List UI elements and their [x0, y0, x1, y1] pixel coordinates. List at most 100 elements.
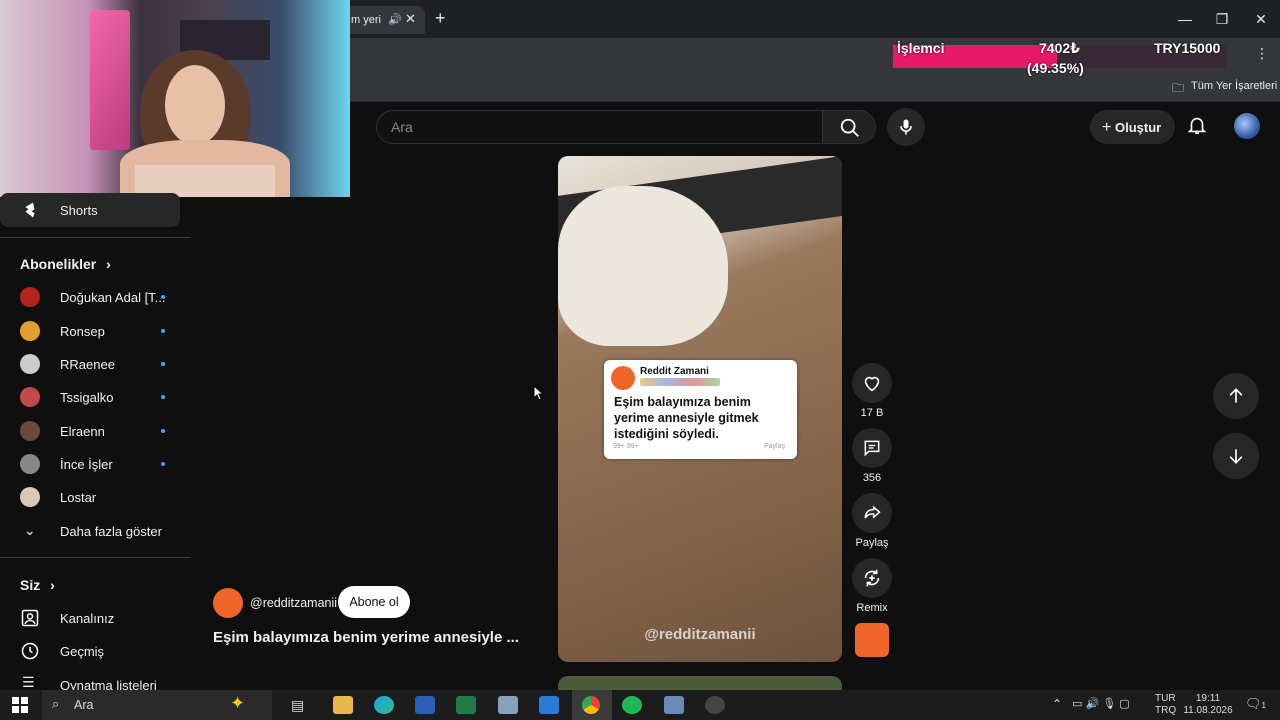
voice-search-button[interactable]: [887, 108, 925, 146]
chrome-icon: [582, 696, 600, 714]
sidebar-item-subscription[interactable]: İnce İşler: [0, 447, 190, 481]
sidebar-item-shorts[interactable]: Shorts: [0, 193, 180, 227]
sidebar-item-subscription[interactable]: Doğukan Adal [T...: [0, 280, 190, 314]
sidebar-item-subscription[interactable]: Ronsep: [0, 314, 190, 348]
show-more-button[interactable]: ⌄ Daha fazla göster: [0, 514, 190, 548]
word-icon[interactable]: [415, 696, 435, 714]
remix-button[interactable]: [852, 558, 892, 598]
clock-date: 11.08.2026: [1183, 705, 1233, 716]
subscription-name: İnce İşler: [60, 457, 113, 472]
avatar: [20, 487, 40, 507]
subscriptions-title[interactable]: Abonelikler ›: [20, 256, 111, 272]
you-section-title[interactable]: Siz ›: [20, 577, 55, 593]
avatar: [20, 354, 40, 374]
remix-icon: [864, 569, 880, 587]
new-tab-button[interactable]: +: [435, 8, 446, 29]
share-button[interactable]: [852, 493, 892, 533]
minimize-button[interactable]: —: [1170, 8, 1200, 30]
taskbar-search[interactable]: ⌕ Ara ✦: [42, 690, 272, 720]
channel-icon: [21, 609, 39, 627]
avatar: [20, 454, 40, 474]
clock-time: 19:11: [1195, 693, 1221, 704]
maximize-button[interactable]: ❐: [1207, 8, 1237, 30]
sidebar-item-your-channel[interactable]: Kanalınız: [0, 601, 190, 635]
chrome-taskbar-active[interactable]: [572, 690, 612, 720]
reddit-avatar: [611, 366, 635, 390]
close-window-button[interactable]: ✕: [1246, 8, 1276, 30]
browser-menu-icon[interactable]: ⋮: [1255, 45, 1269, 62]
channel-avatar[interactable]: [213, 588, 243, 618]
new-content-dot: [161, 395, 165, 399]
folder-icon: 🗀: [1172, 81, 1185, 95]
arrow-down-icon: [1229, 449, 1243, 464]
app-icon[interactable]: [664, 696, 684, 714]
language-indicator[interactable]: TUR TRQ: [1155, 693, 1176, 717]
sound-thumbnail[interactable]: [855, 623, 889, 657]
donation-goal: TRY15000: [1154, 40, 1221, 56]
sidebar-item-subscription[interactable]: Lostar: [0, 480, 190, 514]
mic-icon: [900, 119, 912, 135]
avatar: [20, 321, 40, 341]
new-content-dot: [161, 295, 165, 299]
new-content-dot: [161, 429, 165, 433]
calculator-icon[interactable]: [498, 696, 518, 714]
subscription-name: RRaenee: [60, 357, 115, 372]
share-label: Paylaş: [855, 537, 889, 549]
webcam-overlay: [0, 0, 350, 197]
arrow-up-icon: [1229, 388, 1243, 403]
previous-short-button[interactable]: [1213, 373, 1259, 419]
subscribe-button[interactable]: Abone ol: [338, 586, 410, 618]
account-avatar[interactable]: [1234, 113, 1260, 139]
chevron-right-icon: ›: [50, 577, 55, 593]
sidebar-item-label: Kanalınız: [60, 611, 115, 626]
card-share: Paylaş: [764, 443, 786, 450]
comments-button[interactable]: [852, 428, 892, 468]
sidebar-item-subscription[interactable]: RRaenee: [0, 347, 190, 381]
history-icon: [21, 642, 39, 660]
sidebar-item-playlists[interactable]: ☰ Oynatma listeleri: [0, 668, 190, 690]
sidebar-item-history[interactable]: Geçmiş: [0, 634, 190, 668]
next-short-button[interactable]: [1213, 433, 1259, 479]
new-content-dot: [161, 362, 165, 366]
taskbar-search-label: Ara: [74, 698, 94, 712]
avatar: [20, 421, 40, 441]
video-title[interactable]: Eşim balayımıza benim yerime annesiyle .…: [213, 629, 519, 646]
sidebar-item-label: Geçmiş: [60, 644, 105, 659]
windows-start-button[interactable]: [12, 697, 28, 713]
create-button[interactable]: + Oluştur: [1090, 110, 1175, 144]
video-watermark: @redditzamanii: [644, 626, 756, 643]
plus-icon: +: [1102, 119, 1112, 136]
subscription-name: Tssigalko: [60, 390, 114, 405]
tray-chevron-icon[interactable]: ⌃: [1052, 697, 1062, 711]
search-input[interactable]: Ara: [376, 110, 823, 144]
tab-close-icon[interactable]: ✕: [405, 11, 416, 27]
sidebar-item-subscription[interactable]: Tssigalko: [0, 380, 190, 414]
you-title-label: Siz: [20, 577, 41, 593]
excel-icon[interactable]: [456, 696, 476, 714]
search-button[interactable]: [822, 110, 876, 144]
donation-label: İşlemci: [897, 40, 945, 56]
spotify-icon[interactable]: [622, 696, 642, 714]
channel-name[interactable]: @redditzamanii: [250, 596, 337, 610]
all-bookmarks-link[interactable]: Tüm Yer İşaretleri: [1191, 80, 1277, 92]
file-explorer-icon[interactable]: [333, 696, 353, 714]
comment-icon: [864, 440, 880, 457]
avatar: [20, 287, 40, 307]
clock[interactable]: 19:11 11.08.2026: [1183, 693, 1233, 717]
notification-center-icon[interactable]: 🗨1: [1245, 696, 1266, 712]
obs-icon[interactable]: [705, 696, 725, 714]
next-video-preview: [558, 676, 842, 690]
edge-icon[interactable]: [374, 696, 394, 714]
subscriptions-title-label: Abonelikler: [20, 256, 97, 272]
avatar: [20, 387, 40, 407]
playlist-icon: ☰: [22, 674, 35, 690]
sidebar-divider: [0, 237, 191, 238]
sidebar-item-subscription[interactable]: Elraenn: [0, 414, 190, 448]
store-icon[interactable]: [539, 696, 559, 714]
task-view-icon[interactable]: ▤: [291, 697, 304, 714]
tray-icons[interactable]: ▭ 🔊 🎙 ▢: [1072, 697, 1130, 710]
card-account-name: Reddit Zamani: [640, 366, 709, 377]
subscription-name: Ronsep: [60, 324, 105, 339]
like-button[interactable]: [852, 363, 892, 403]
notifications-button[interactable]: [1186, 114, 1212, 140]
